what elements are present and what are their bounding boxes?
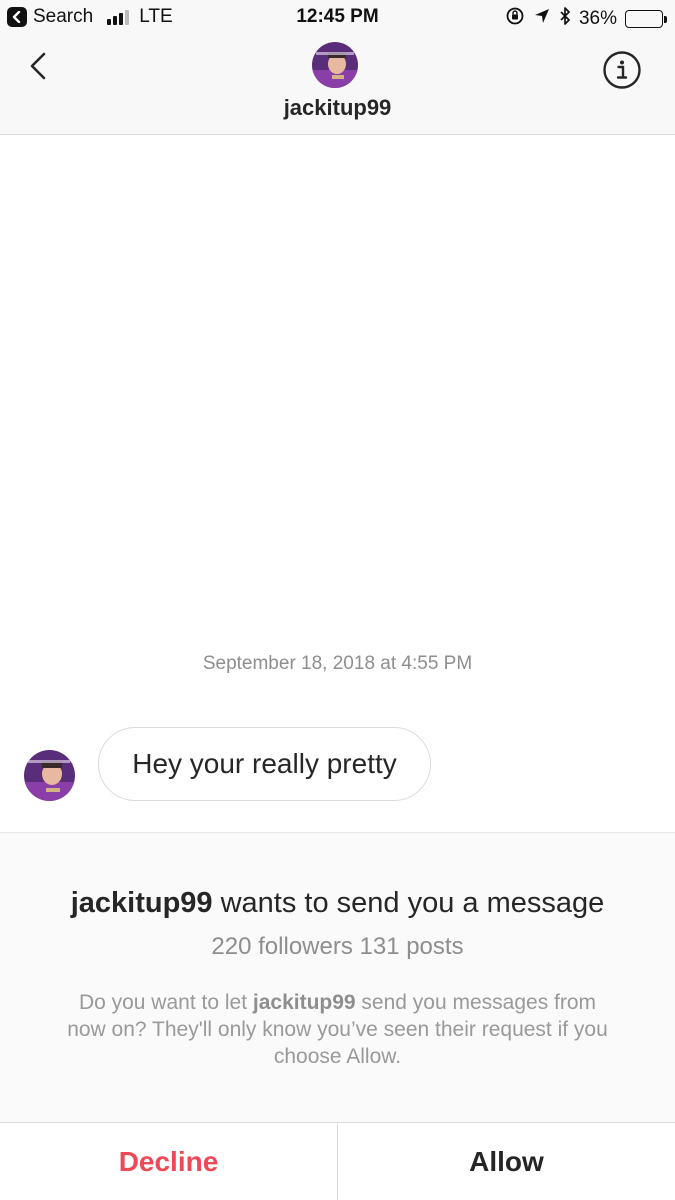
request-actions: Decline Allow [0, 1122, 675, 1200]
battery-icon [625, 10, 667, 28]
orientation-lock-icon [505, 6, 525, 32]
info-button[interactable] [602, 50, 642, 90]
location-arrow-icon [533, 7, 551, 31]
status-bar-right: 36% [505, 6, 667, 32]
request-body-username: jackitup99 [252, 991, 356, 1014]
status-bar: Search LTE 12:45 PM 36% [0, 0, 675, 36]
request-title-suffix: wants to send you a message [212, 887, 605, 919]
info-icon[interactable] [602, 50, 642, 90]
thread-timestamp: September 18, 2018 at 4:55 PM [202, 653, 473, 674]
allow-button[interactable]: Allow [337, 1123, 675, 1200]
conversation-header: jackitup99 [0, 36, 675, 135]
request-title: jackitup99 wants to send you a message [0, 887, 675, 920]
message-thread[interactable]: September 18, 2018 at 4:55 PM Hey your r… [0, 136, 675, 832]
direct-message-request-screen: Search LTE 12:45 PM 36% jackitup99 Septe… [0, 0, 675, 1200]
message-request-panel: jackitup99 wants to send you a message 2… [0, 832, 675, 1122]
message-text: Hey your really pretty [132, 748, 397, 779]
request-description: Do you want to let jackitup99 send you m… [60, 989, 615, 1070]
chevron-left-icon[interactable] [24, 48, 54, 88]
request-stats: 220 followers 131 posts [211, 933, 464, 960]
header-username[interactable]: jackitup99 [0, 95, 675, 121]
avatar[interactable] [24, 750, 75, 801]
decline-button[interactable]: Decline [0, 1123, 337, 1200]
back-button[interactable] [24, 48, 54, 88]
message-bubble[interactable]: Hey your really pretty [98, 727, 431, 801]
avatar[interactable] [312, 42, 358, 88]
bluetooth-icon [559, 6, 571, 32]
request-username[interactable]: jackitup99 [71, 887, 213, 919]
request-body-prefix: Do you want to let [78, 991, 253, 1014]
battery-percent: 36% [578, 8, 617, 29]
